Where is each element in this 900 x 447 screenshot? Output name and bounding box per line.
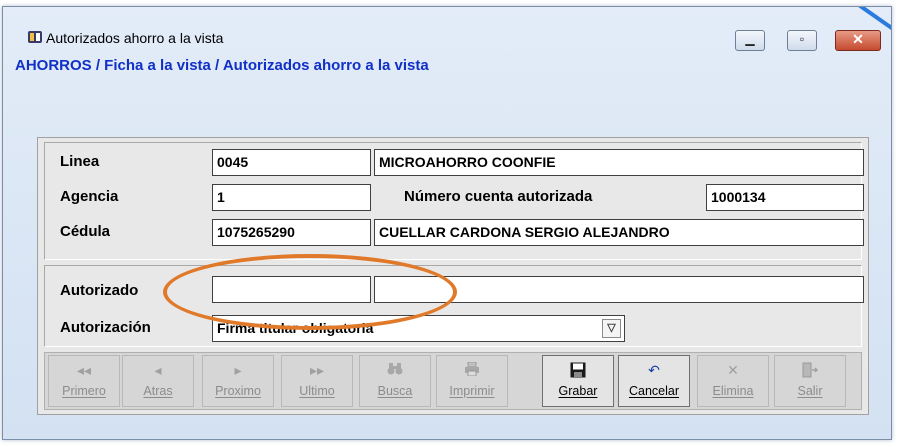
cedula-field[interactable]: 1075265290 [212, 219, 371, 246]
cuenta-field[interactable]: 1000134 [706, 184, 864, 211]
first-icon: ◂◂ [76, 362, 92, 378]
printer-icon [437, 361, 507, 384]
maximize-icon: ▫ [799, 32, 805, 46]
maximize-button[interactable]: ▫ [787, 30, 817, 51]
cuenta-label: Número cuenta autorizada [404, 188, 593, 205]
print-label: Imprimir [449, 384, 495, 398]
search-button[interactable]: Busca [359, 355, 431, 407]
cancel-label: Cancelar [628, 384, 680, 398]
autorizado-label: Autorizado [60, 282, 139, 299]
cancel-button[interactable]: ↶ Cancelar [618, 355, 690, 407]
title-bar[interactable]: Autorizados ahorro a la vista ▁ ▫ ✕ [3, 7, 891, 57]
navigation-toolbar: ◂◂ Primero ◂ Atras ▸ Proximo ▸▸ Ultimo B… [44, 352, 862, 410]
autorizacion-label: Autorización [60, 319, 151, 336]
exit-icon [775, 362, 845, 384]
minimize-icon: ▁ [745, 32, 755, 46]
next-label: Proximo [215, 384, 261, 398]
search-label: Busca [377, 384, 413, 398]
breadcrumb: AHORROS / Ficha a la vista / Autorizados… [15, 57, 429, 74]
previous-button[interactable]: ◂ Atras [122, 355, 194, 407]
delete-button[interactable]: ✕ Elimina [697, 355, 769, 407]
cedula-label: Cédula [60, 223, 111, 240]
print-button[interactable]: Imprimir [436, 355, 508, 407]
cedula-name-field[interactable]: CUELLAR CARDONA SERGIO ALEJANDRO [374, 219, 864, 246]
autorizado-name-field[interactable] [374, 276, 864, 303]
binoculars-icon [360, 362, 430, 384]
last-icon: ▸▸ [309, 362, 325, 378]
minimize-button[interactable]: ▁ [735, 30, 765, 51]
linea-name-field[interactable]: MICROAHORRO COONFIE [374, 149, 864, 176]
linea-code-field[interactable]: 0045 [212, 149, 371, 176]
first-button[interactable]: ◂◂ Primero [48, 355, 120, 407]
autorizacion-value: Firma titular obligatoria [217, 320, 374, 336]
save-label: Grabar [558, 384, 598, 398]
linea-label: Linea [60, 153, 100, 170]
last-button[interactable]: ▸▸ Ultimo [281, 355, 353, 407]
chevron-down-icon[interactable]: ▽ [602, 319, 621, 338]
next-icon: ▸ [234, 362, 242, 378]
agencia-field[interactable]: 1 [212, 184, 371, 211]
app-icon [28, 31, 42, 43]
close-button[interactable]: ✕ [835, 30, 881, 51]
next-button[interactable]: ▸ Proximo [202, 355, 274, 407]
previous-label: Atras [143, 384, 173, 398]
close-icon: ✕ [852, 31, 864, 47]
window-title: Autorizados ahorro a la vista [46, 30, 224, 46]
last-label: Ultimo [299, 384, 335, 398]
first-label: Primero [62, 384, 106, 398]
agencia-label: Agencia [60, 188, 119, 205]
previous-icon: ◂ [154, 362, 162, 378]
save-icon [543, 362, 613, 384]
autorizado-code-field[interactable] [212, 276, 371, 303]
undo-icon: ↶ [648, 362, 660, 378]
save-button[interactable]: Grabar [542, 355, 614, 407]
exit-label: Salir [797, 384, 823, 398]
exit-button[interactable]: Salir [774, 355, 846, 407]
delete-icon: ✕ [727, 362, 739, 378]
form-panel: Linea 0045 MICROAHORRO COONFIE Agencia 1… [37, 137, 869, 415]
delete-label: Elimina [712, 384, 754, 398]
autorizacion-select[interactable]: Firma titular obligatoria ▽ [212, 315, 625, 342]
